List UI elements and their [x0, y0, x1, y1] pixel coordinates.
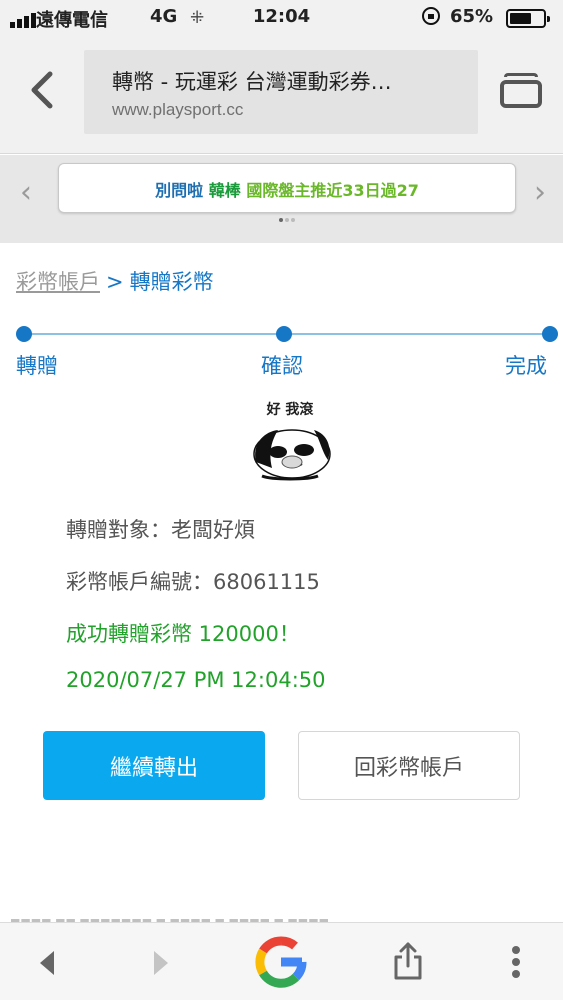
- ticker-part-1: 別問啦: [155, 181, 204, 200]
- google-logo-icon[interactable]: [254, 935, 308, 989]
- step-label-confirm: 確認: [261, 354, 303, 378]
- battery-percent: 65%: [450, 6, 494, 27]
- continue-transfer-button[interactable]: 繼續轉出: [43, 731, 265, 800]
- ticker-banner[interactable]: 別問啦 韓棒 國際盤主推近33日過27: [58, 163, 516, 213]
- step-dot-confirm: [276, 326, 292, 342]
- transfer-recipient: 轉贈對象：老闆好煩: [66, 518, 255, 542]
- page-title: 轉幣 - 玩運彩 台灣運動彩券…: [112, 70, 392, 94]
- breadcrumb: 彩幣帳戶 > 轉贈彩幣: [16, 266, 214, 296]
- page-domain: www.playsport.cc: [112, 100, 244, 119]
- ticker-message: 別問啦 韓棒 國際盤主推近33日過27: [59, 177, 515, 201]
- ticker-pagination: [279, 218, 295, 222]
- step-label-complete: 完成: [505, 354, 547, 378]
- panda-meme-sticker: 好 我滾: [253, 401, 331, 481]
- battery-fill: [510, 13, 531, 24]
- step-dot-transfer: [16, 326, 32, 342]
- back-chevron-icon[interactable]: [28, 70, 56, 110]
- nav-forward-icon[interactable]: [150, 949, 172, 977]
- news-ticker: ‹ 別問啦 韓棒 國際盤主推近33日過27 ›: [0, 155, 563, 243]
- browser-header: 轉幣 - 玩運彩 台灣運動彩券… www.playsport.cc: [0, 38, 563, 154]
- nav-back-icon[interactable]: [36, 949, 58, 977]
- address-bar[interactable]: 轉幣 - 玩運彩 台灣運動彩券… www.playsport.cc: [84, 50, 478, 134]
- transfer-datetime: 2020/07/27 PM 12:04:50: [66, 668, 326, 692]
- orientation-lock-icon: [422, 7, 440, 25]
- step-label-transfer: 轉贈: [16, 354, 58, 378]
- breadcrumb-separator: >: [106, 270, 124, 294]
- share-icon[interactable]: [392, 941, 424, 981]
- tabs-switcher-icon[interactable]: [500, 73, 542, 109]
- ticker-part-2: 韓棒: [208, 181, 241, 200]
- breadcrumb-current: 轉贈彩幣: [129, 270, 214, 294]
- account-number: 彩幣帳戶編號：68061115: [66, 570, 320, 594]
- ticker-prev-icon[interactable]: ‹: [20, 175, 32, 210]
- ticker-next-icon[interactable]: ›: [534, 175, 546, 210]
- step-dot-complete: [542, 326, 558, 342]
- success-message: 成功轉贈彩幣 120000！: [66, 622, 300, 646]
- ticker-part-3: 國際盤主推近33日過27: [246, 181, 419, 200]
- status-bar: 遠傳電信 4G ⁜ 12:04 65%: [0, 0, 563, 38]
- sticker-caption: 好 我滾: [266, 401, 315, 418]
- more-menu-icon[interactable]: [510, 945, 522, 979]
- breadcrumb-link-account[interactable]: 彩幣帳戶: [16, 270, 100, 294]
- browser-toolbar: [0, 922, 563, 1000]
- back-to-account-button[interactable]: 回彩幣帳戶: [298, 731, 520, 800]
- battery-icon: [506, 9, 550, 28]
- progress-stepper: 轉贈 確認 完成: [0, 318, 563, 388]
